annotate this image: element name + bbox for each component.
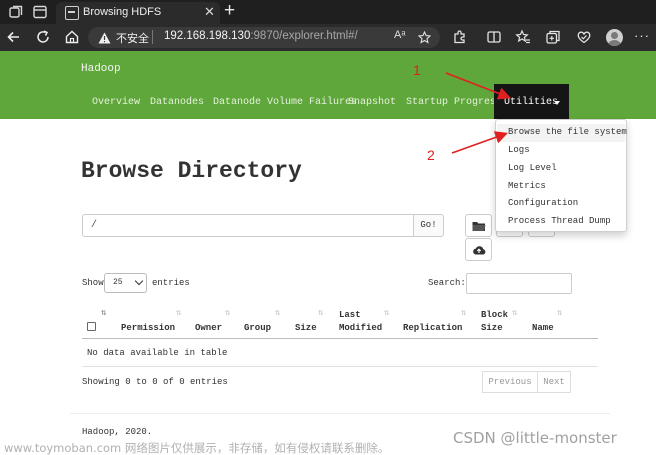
- address-toolbar: 不安全 192.168.198.130:9870/explorer.html#/…: [0, 24, 656, 51]
- url-text[interactable]: 192.168.198.130:9870/explorer.html#/: [164, 30, 358, 42]
- search-label: Search:: [428, 278, 466, 288]
- directory-path-input[interactable]: /: [82, 214, 414, 237]
- column-header-group[interactable]: Group: [244, 322, 271, 334]
- column-header-owner[interactable]: Owner: [195, 322, 222, 334]
- nav-overview[interactable]: Overview: [92, 97, 140, 108]
- nav-datanodes[interactable]: Datanodes: [150, 97, 204, 108]
- chevron-down-icon: [134, 276, 144, 286]
- settings-menu-icon[interactable]: ···: [634, 28, 650, 43]
- collections-icon[interactable]: [545, 29, 561, 45]
- warning-icon[interactable]: [98, 31, 111, 44]
- nav-utilities[interactable]: Utilities: [494, 84, 569, 119]
- sort-icon[interactable]: ⇅: [461, 308, 467, 318]
- column-header-name[interactable]: Name: [532, 322, 554, 334]
- tab-close-button[interactable]: ✕: [204, 4, 215, 20]
- sort-icon[interactable]: ⇅: [176, 308, 182, 318]
- sort-icon[interactable]: ⇅: [101, 308, 107, 318]
- entries-per-page-select[interactable]: 25: [104, 273, 147, 293]
- table-row-divider: [82, 366, 598, 367]
- column-header-block-size-line2[interactable]: Size: [481, 322, 503, 334]
- profile-icon[interactable]: [606, 29, 623, 46]
- column-header-last-modified-line2[interactable]: Modified: [339, 322, 382, 334]
- read-aloud-icon[interactable]: Aᵃ: [394, 29, 407, 42]
- home-icon[interactable]: [64, 29, 80, 45]
- annotation-step-2: 2: [427, 147, 435, 163]
- refresh-icon[interactable]: [35, 29, 51, 45]
- entries-label: entries: [152, 278, 190, 288]
- nav-snapshot[interactable]: Snapshot: [348, 97, 396, 108]
- extensions-icon[interactable]: [452, 29, 468, 45]
- hadoop-navbar: Hadoop Overview Datanodes Datanode Volum…: [0, 51, 656, 119]
- split-screen-icon[interactable]: [486, 29, 502, 45]
- table-info: Showing 0 to 0 of 0 entries: [82, 377, 228, 387]
- select-all-checkbox[interactable]: [87, 322, 96, 331]
- nav-datanode-volume-failures[interactable]: Datanode Volume Failures: [213, 97, 357, 108]
- url-separator: [152, 30, 153, 44]
- watermark-right: CSDN @little-monster: [453, 429, 617, 447]
- column-header-block-size-line1[interactable]: Block: [481, 309, 508, 321]
- new-tab-button[interactable]: +: [224, 1, 235, 21]
- sort-icon[interactable]: ⇅: [225, 308, 231, 318]
- menu-item-browse-file-system[interactable]: Browse the file system: [508, 127, 627, 137]
- url-path: :9870/explorer.html#/: [250, 30, 358, 42]
- sort-icon[interactable]: ⇅: [557, 308, 563, 318]
- column-header-size[interactable]: Size: [295, 322, 317, 334]
- back-icon[interactable]: [6, 29, 22, 45]
- sort-icon[interactable]: ⇅: [384, 308, 390, 318]
- url-bar[interactable]: 不安全 192.168.198.130:9870/explorer.html#/…: [88, 27, 440, 48]
- create-directory-button[interactable]: [465, 214, 492, 237]
- nav-utilities-label: Utilities: [504, 97, 559, 108]
- favorites-icon[interactable]: [515, 29, 531, 45]
- table-empty-message: No data available in table: [87, 348, 228, 358]
- brand-link[interactable]: Hadoop: [81, 63, 121, 75]
- workspaces-icon[interactable]: [8, 4, 24, 20]
- entries-select-value: 25: [113, 278, 123, 287]
- sort-icon[interactable]: ⇅: [318, 308, 324, 318]
- not-secure-label[interactable]: 不安全: [116, 30, 149, 46]
- menu-item-log-level[interactable]: Log Level: [508, 163, 557, 173]
- column-header-replication[interactable]: Replication: [403, 322, 462, 334]
- sort-icon[interactable]: ⇅: [512, 308, 518, 318]
- page-title: Browse Directory: [81, 158, 302, 184]
- upload-files-button[interactable]: [465, 238, 492, 261]
- footer-text: Hadoop, 2020.: [82, 427, 153, 437]
- favicon-icon: [65, 6, 79, 20]
- table-search-input[interactable]: [466, 273, 572, 294]
- menu-item-logs[interactable]: Logs: [508, 145, 530, 155]
- browser-tab[interactable]: Browsing HDFS ✕: [56, 2, 220, 24]
- browser-essentials-icon[interactable]: [576, 29, 592, 45]
- menu-item-process-thread-dump[interactable]: Process Thread Dump: [508, 216, 611, 226]
- folder-icon: [472, 222, 486, 231]
- utilities-dropdown: Browse the file system Logs Log Level Me…: [495, 119, 627, 232]
- caret-down-icon: [554, 101, 560, 105]
- footer-divider: [70, 413, 610, 414]
- favorite-icon[interactable]: [417, 30, 432, 44]
- sort-icon[interactable]: ⇅: [275, 308, 281, 318]
- show-label: Show: [82, 278, 104, 288]
- menu-item-configuration[interactable]: Configuration: [508, 198, 578, 208]
- previous-page-button[interactable]: Previous: [482, 371, 538, 393]
- nav-startup-progress[interactable]: Startup Progress: [406, 97, 502, 108]
- column-header-last-modified-line1[interactable]: Last: [339, 309, 361, 321]
- menu-item-metrics[interactable]: Metrics: [508, 181, 546, 191]
- column-header-permission[interactable]: Permission: [121, 322, 175, 334]
- tab-actions-icon[interactable]: [32, 4, 48, 20]
- url-host: 192.168.198.130: [164, 30, 251, 42]
- watermark-left: www.toymoban.com 网络图片仅供展示，非存储，如有侵权请联系删除。: [4, 441, 390, 455]
- tab-title: Browsing HDFS: [83, 6, 162, 18]
- upload-icon: [473, 246, 486, 255]
- browser-tab-bar: Browsing HDFS ✕ +: [0, 0, 656, 24]
- table-header-divider: [82, 338, 598, 339]
- next-page-button[interactable]: Next: [537, 371, 571, 393]
- annotation-step-1: 1: [413, 62, 421, 78]
- go-button[interactable]: Go!: [413, 214, 444, 237]
